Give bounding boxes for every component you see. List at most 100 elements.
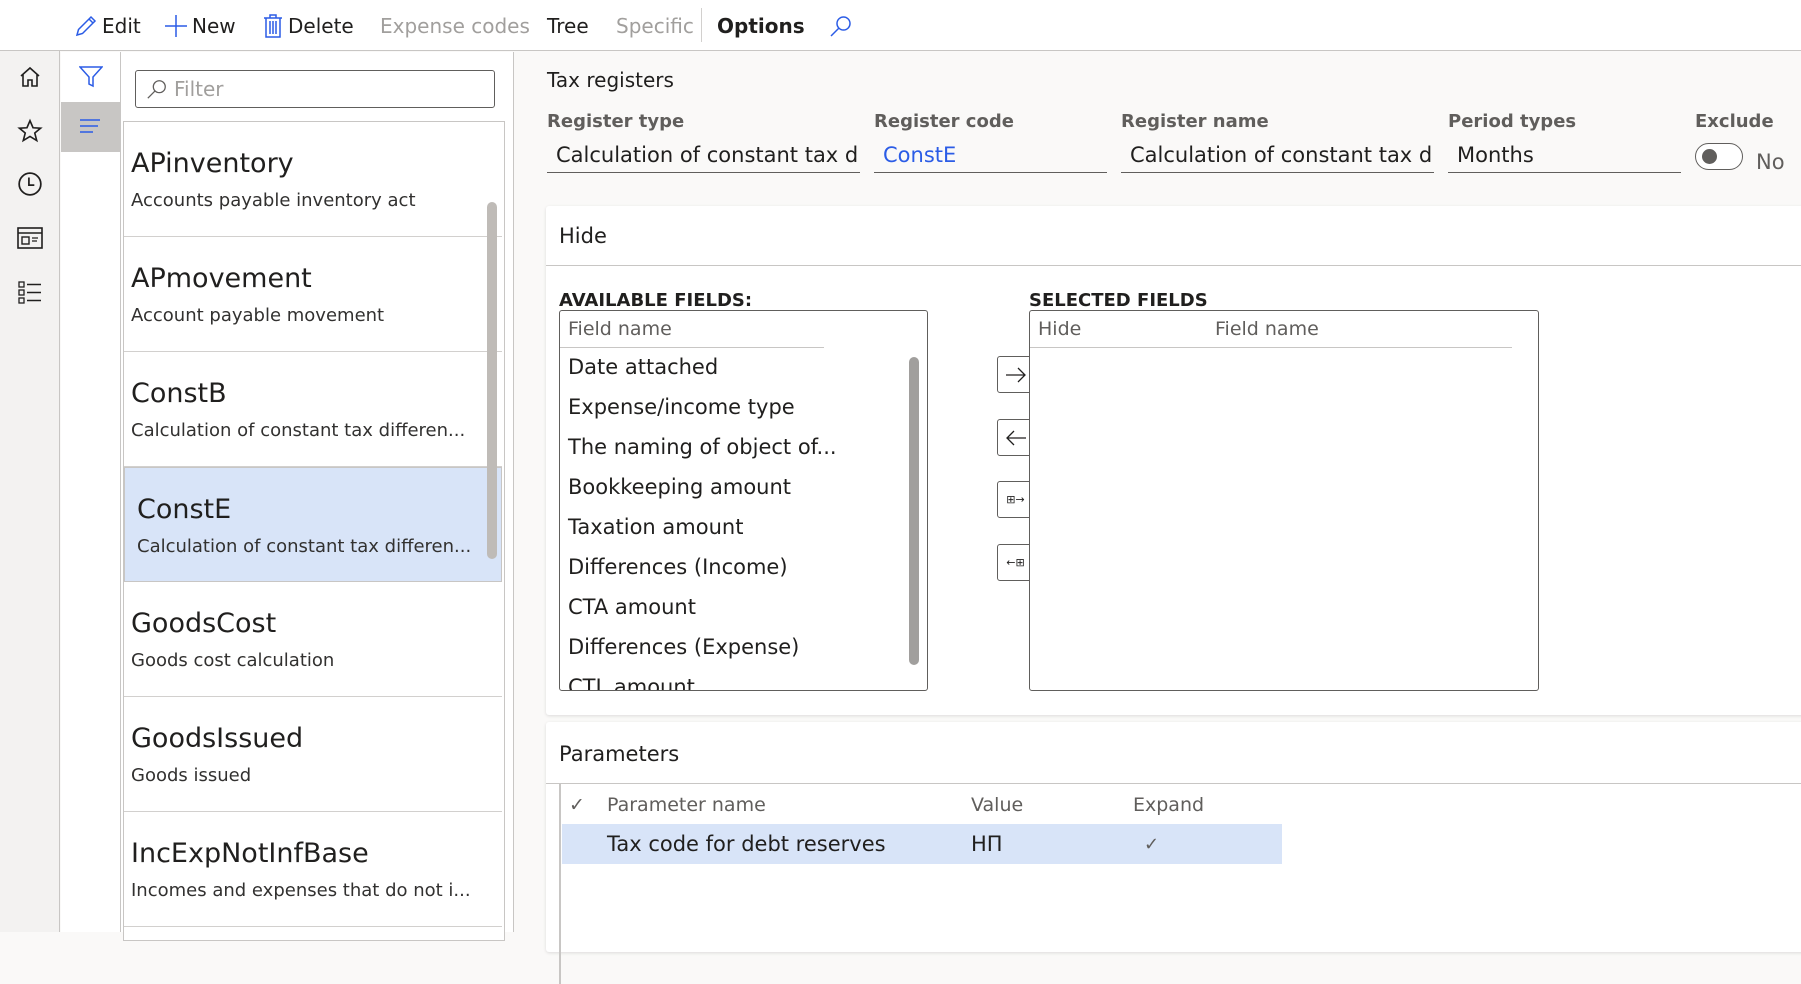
list-scrollbar[interactable]: [487, 202, 497, 559]
recent-clock-icon[interactable]: [15, 169, 45, 199]
select-all-check-icon[interactable]: ✓: [569, 794, 585, 816]
filter-pane-column: [61, 52, 121, 932]
period-types-field[interactable]: Months: [1448, 140, 1681, 173]
register-code-label: Register code: [874, 111, 1014, 132]
register-type-label: Register type: [547, 111, 685, 132]
available-field-row[interactable]: The naming of object of...: [568, 435, 837, 459]
trash-icon: [264, 13, 282, 38]
hide-section-header[interactable]: Hide: [546, 206, 1801, 266]
plus-icon: [165, 14, 187, 37]
filter-placeholder: Filter: [174, 77, 224, 101]
toolbar-divider: [701, 8, 702, 42]
arrow-left-icon: [1005, 430, 1026, 445]
available-field-row[interactable]: Taxation amount: [568, 515, 743, 539]
delete-label: Delete: [288, 13, 354, 38]
hide-section-title: Hide: [559, 224, 607, 248]
list-item-subtitle: Calculation of constant tax differen...: [137, 536, 472, 557]
search-icon: [147, 80, 166, 99]
home-icon[interactable]: [15, 62, 45, 92]
search-icon: [830, 15, 851, 37]
favorites-star-icon[interactable]: [15, 116, 45, 146]
available-fields-grid: Field name Date attached Expense/income …: [559, 310, 928, 691]
available-fields-scrollbar[interactable]: [909, 357, 919, 665]
expand-column-header[interactable]: Expand: [1133, 794, 1204, 816]
list-item-subtitle: Goods cost calculation: [131, 650, 335, 671]
list-item[interactable]: ConstB Calculation of constant tax diffe…: [124, 352, 502, 467]
period-types-label: Period types: [1448, 111, 1577, 132]
list-item[interactable]: APmovement Account payable movement: [124, 237, 502, 352]
field-name-column-header[interactable]: Field name: [1215, 318, 1319, 340]
list-view-toggle[interactable]: [61, 102, 120, 152]
filter-funnel-icon[interactable]: [78, 66, 104, 92]
expense-codes-label: Expense codes: [380, 13, 530, 38]
available-field-row[interactable]: Expense/income type: [568, 395, 795, 419]
toggle-knob: [1702, 149, 1717, 164]
options-button[interactable]: Options: [717, 0, 805, 51]
list-item-subtitle: Calculation of constant tax differen...: [131, 420, 466, 441]
list-item-title: GoodsCost: [131, 608, 277, 639]
expense-codes-button[interactable]: Expense codes: [380, 0, 530, 51]
header-divider: [560, 347, 824, 348]
list-item-title: ConstE: [137, 494, 232, 525]
search-button[interactable]: [829, 0, 857, 51]
specific-label: Specific: [616, 13, 694, 38]
nav-rail: [0, 0, 60, 932]
parameter-name-column-header[interactable]: Parameter name: [607, 794, 766, 816]
hide-column-header[interactable]: Hide: [1038, 318, 1081, 340]
available-field-row[interactable]: Differences (Expense): [568, 635, 799, 659]
register-name-field[interactable]: Calculation of constant tax di...: [1121, 140, 1434, 173]
modules-list-icon[interactable]: [15, 277, 45, 307]
list-item[interactable]: IncExpNotInfBase Incomes and expenses th…: [124, 812, 502, 927]
register-name-label: Register name: [1121, 111, 1269, 132]
delete-button[interactable]: Delete: [262, 0, 354, 51]
specific-button[interactable]: Specific: [616, 0, 694, 51]
arrow-right-icon: [1005, 367, 1026, 382]
header-divider: [1030, 347, 1512, 348]
register-code-field[interactable]: ConstE: [874, 140, 1107, 173]
record-list: APinventory Accounts payable inventory a…: [123, 121, 505, 941]
action-toolbar: Edit New Delete Expense codes Tree Speci…: [0, 0, 1801, 51]
list-item-subtitle: Account payable movement: [131, 305, 385, 326]
table-row[interactable]: Tax code for debt reserves НП ✓: [562, 824, 1282, 864]
field-name-column-header[interactable]: Field name: [568, 318, 672, 340]
expand-check-icon[interactable]: ✓: [1144, 834, 1159, 855]
add-all-icon: ⊞→: [1006, 493, 1025, 506]
list-item-title: GoodsIssued: [131, 723, 304, 754]
register-type-field[interactable]: Calculation of constant tax di...: [547, 140, 860, 173]
list-lines-icon: [80, 119, 100, 133]
list-item[interactable]: GoodsCost Goods cost calculation: [124, 582, 502, 697]
tree-button[interactable]: Tree: [547, 0, 589, 51]
available-field-row[interactable]: Differences (Income): [568, 555, 788, 579]
edit-button[interactable]: Edit: [74, 0, 141, 51]
available-fields-label: AVAILABLE FIELDS:: [559, 290, 753, 311]
selected-fields-grid: Hide Field name: [1029, 310, 1539, 691]
new-label: New: [192, 13, 236, 38]
parameters-grid: ✓ Parameter name Value Expand Tax code f…: [559, 784, 1801, 984]
hide-section-card: Hide AVAILABLE FIELDS: Field name Date a…: [546, 206, 1801, 715]
available-field-row[interactable]: Bookkeeping amount: [568, 475, 791, 499]
list-item-subtitle: Accounts payable inventory act: [131, 190, 416, 211]
list-item-title: APinventory: [131, 148, 294, 179]
details-form: Tax registers Register type Calculation …: [515, 52, 1801, 984]
pencil-icon: [75, 15, 97, 36]
list-item[interactable]: APinventory Accounts payable inventory a…: [124, 122, 502, 237]
value-column-header[interactable]: Value: [971, 794, 1023, 816]
available-field-row[interactable]: CTA amount: [568, 595, 696, 619]
workspaces-icon[interactable]: [15, 223, 45, 253]
options-label: Options: [717, 13, 805, 38]
record-list-pane: Filter APinventory Accounts payable inve…: [121, 52, 514, 941]
remove-all-icon: ←⊞: [1006, 556, 1025, 569]
list-item-title: IncExpNotInfBase: [131, 838, 369, 869]
available-field-row[interactable]: CTL amount: [568, 675, 695, 690]
list-item[interactable]: GoodsIssued Goods issued: [124, 697, 502, 812]
parameters-section-title: Parameters: [559, 742, 680, 766]
exclude-label: Exclude: [1695, 111, 1774, 132]
available-field-row[interactable]: Date attached: [568, 355, 718, 379]
list-item-selected[interactable]: ConstE Calculation of constant tax diffe…: [124, 467, 502, 582]
tree-label: Tree: [547, 13, 589, 38]
filter-input[interactable]: Filter: [135, 70, 495, 108]
list-item-title: APmovement: [131, 263, 312, 294]
exclude-toggle[interactable]: [1695, 143, 1743, 170]
new-button[interactable]: New: [164, 0, 236, 51]
parameters-section-header[interactable]: Parameters: [546, 722, 1801, 784]
